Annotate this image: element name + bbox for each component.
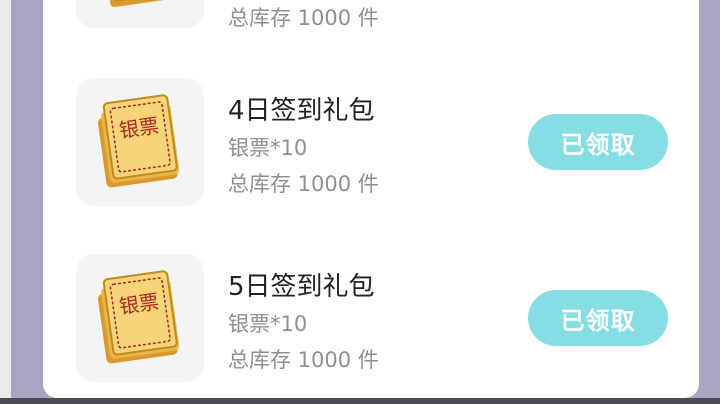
- gift-title: 4日签到礼包: [228, 96, 375, 126]
- gift-title: 5日签到礼包: [228, 272, 375, 302]
- silver-ticket-icon: 银票: [97, 94, 180, 188]
- gift-reward: 银票*10: [228, 136, 308, 160]
- gift-stock: 总库存 1000 件: [228, 348, 379, 372]
- gift-stock: 总库存 1000 件: [228, 172, 379, 196]
- silver-ticket-icon: [100, 0, 176, 7]
- silver-ticket-icon: 银票: [97, 270, 180, 364]
- left-edge-strip: [0, 0, 11, 404]
- gift-list-screen: 总库存 1000 件 银票 4日签到礼包 银票*10 总库存 1000 件 已领…: [0, 0, 720, 404]
- item-stock: 总库存 1000 件: [228, 6, 379, 30]
- list-item-previous: 总库存 1000 件: [76, 0, 696, 30]
- item-thumbnail: 银票: [76, 254, 204, 382]
- item-thumbnail: [76, 0, 204, 28]
- list-item: 银票 4日签到礼包 银票*10 总库存 1000 件 已领取: [76, 78, 696, 206]
- list-item: 银票 5日签到礼包 银票*10 总库存 1000 件 已领取: [76, 254, 696, 382]
- claimed-button[interactable]: 已领取: [528, 290, 668, 346]
- claimed-button[interactable]: 已领取: [528, 114, 668, 170]
- item-thumbnail: 银票: [76, 78, 204, 206]
- gift-reward: 银票*10: [228, 312, 308, 336]
- bottom-nav-bar: [0, 398, 720, 404]
